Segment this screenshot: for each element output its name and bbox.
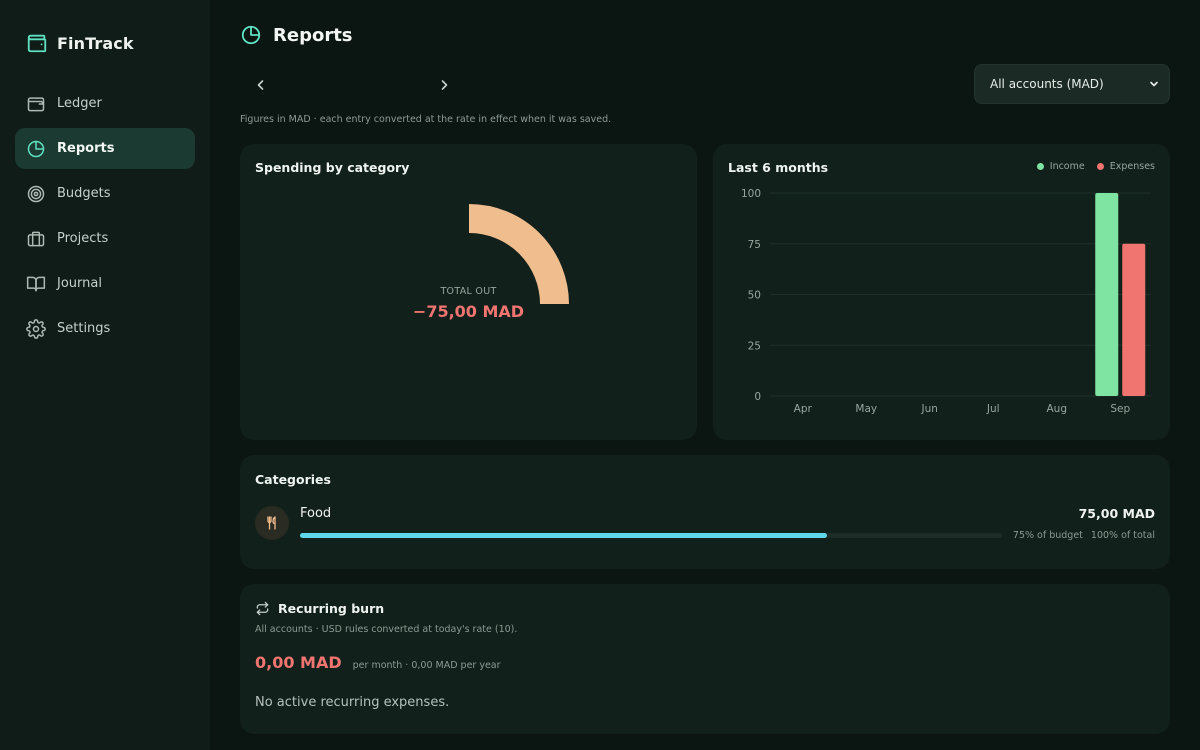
total-percent: 100% of total [1090,530,1155,541]
app-name: FinTrack [57,33,134,53]
wallet-logo-icon [27,34,47,53]
sidebar-item-label: Ledger [57,96,102,111]
sidebar: FinTrack Ledger Reports Budgets Projects [0,0,210,750]
x-tick-label: Jul [986,403,1000,415]
page-header: Reports [240,24,353,46]
y-tick-label: 100 [741,188,761,200]
gear-icon [26,318,46,339]
sidebar-nav: Ledger Reports Budgets Projects Journal [15,83,195,353]
category-icon-badge [255,506,289,540]
sidebar-item-reports[interactable]: Reports [15,128,195,169]
account-select[interactable]: All accounts (MAD) [974,64,1170,104]
chevron-down-icon [1150,81,1158,87]
total-out-label: TOTAL OUT [440,286,497,297]
pie-chart-icon [241,25,261,45]
y-tick-label: 75 [748,239,761,251]
category-name: Food [300,506,332,521]
x-tick-label: May [855,403,877,415]
x-tick-label: Apr [794,403,813,415]
y-tick-label: 0 [754,391,761,403]
book-icon [26,276,46,291]
last-6-months-card: Last 6 months Income Expenses 0 25 50 75 100… [713,144,1170,440]
account-select-value: All accounts (MAD) [990,77,1104,91]
briefcase-icon [27,231,45,246]
card-title: Recurring burn [278,601,385,616]
bar-income-sep[interactable] [1095,193,1119,396]
repeat-icon [256,601,269,616]
total-out-value: −75,00 MAD [412,302,525,321]
page-title: Reports [273,24,353,46]
target-icon [27,185,45,202]
sidebar-item-journal[interactable]: Journal [15,263,195,304]
card-title: Categories [255,472,331,487]
recurring-amount-row: 0,00 MAD per month · 0,00 MAD per year [255,653,501,672]
recurring-burn-card: Recurring burn All accounts · USD rules … [240,584,1170,734]
sidebar-item-ledger[interactable]: Ledger [15,83,195,124]
x-tick-label: Sep [1110,403,1130,415]
currency-note: Figures in MAD · each entry converted at… [240,114,612,125]
x-tick-label: Jun [921,403,938,415]
sidebar-item-label: Projects [57,231,109,246]
sidebar-item-label: Journal [57,276,102,291]
recurring-per-text: per month · 0,00 MAD per year [352,660,501,671]
sidebar-item-label: Settings [57,321,111,336]
brand[interactable]: FinTrack [26,32,134,54]
category-progress-track [300,533,1002,538]
y-tick-label: 25 [748,340,761,352]
pie-chart-icon [27,140,45,157]
category-progress-fill [300,533,827,538]
category-amount: 75,00 MAD [1078,506,1155,521]
sidebar-item-label: Budgets [57,186,111,201]
recurring-header: Recurring burn [255,601,384,616]
y-tick-label: 50 [748,290,761,302]
x-tick-label: Aug [1046,403,1067,415]
sidebar-item-label: Reports [57,141,115,156]
bar-expenses-sep[interactable] [1122,243,1146,396]
sidebar-item-settings[interactable]: Settings [15,308,195,349]
chevron-left-icon [257,80,264,90]
sidebar-item-budgets[interactable]: Budgets [15,173,195,214]
categories-card: Categories Food 75,00 MAD 75% of budget … [240,455,1170,569]
monthly-bar-chart: 0 25 50 75 100 Apr May Jun Jul Aug Sep [741,188,1151,415]
recurring-note: All accounts · USD rules converted at to… [255,624,518,635]
recurring-amount: 0,00 MAD [255,653,342,672]
spending-by-category-card: Spending by category TOTAL OUT −75,00 MA… [240,144,697,440]
chevron-right-icon [441,80,448,90]
category-meta: 75% of budget 100% of total [1013,530,1155,541]
budget-percent: 75% of budget [1012,530,1083,541]
next-period-button[interactable] [433,74,455,96]
wallet-icon [27,96,45,111]
previous-period-button[interactable] [250,74,272,96]
fork-knife-icon [267,516,276,530]
recurring-empty-state: No active recurring expenses. [255,695,450,710]
sidebar-item-projects[interactable]: Projects [15,218,195,259]
